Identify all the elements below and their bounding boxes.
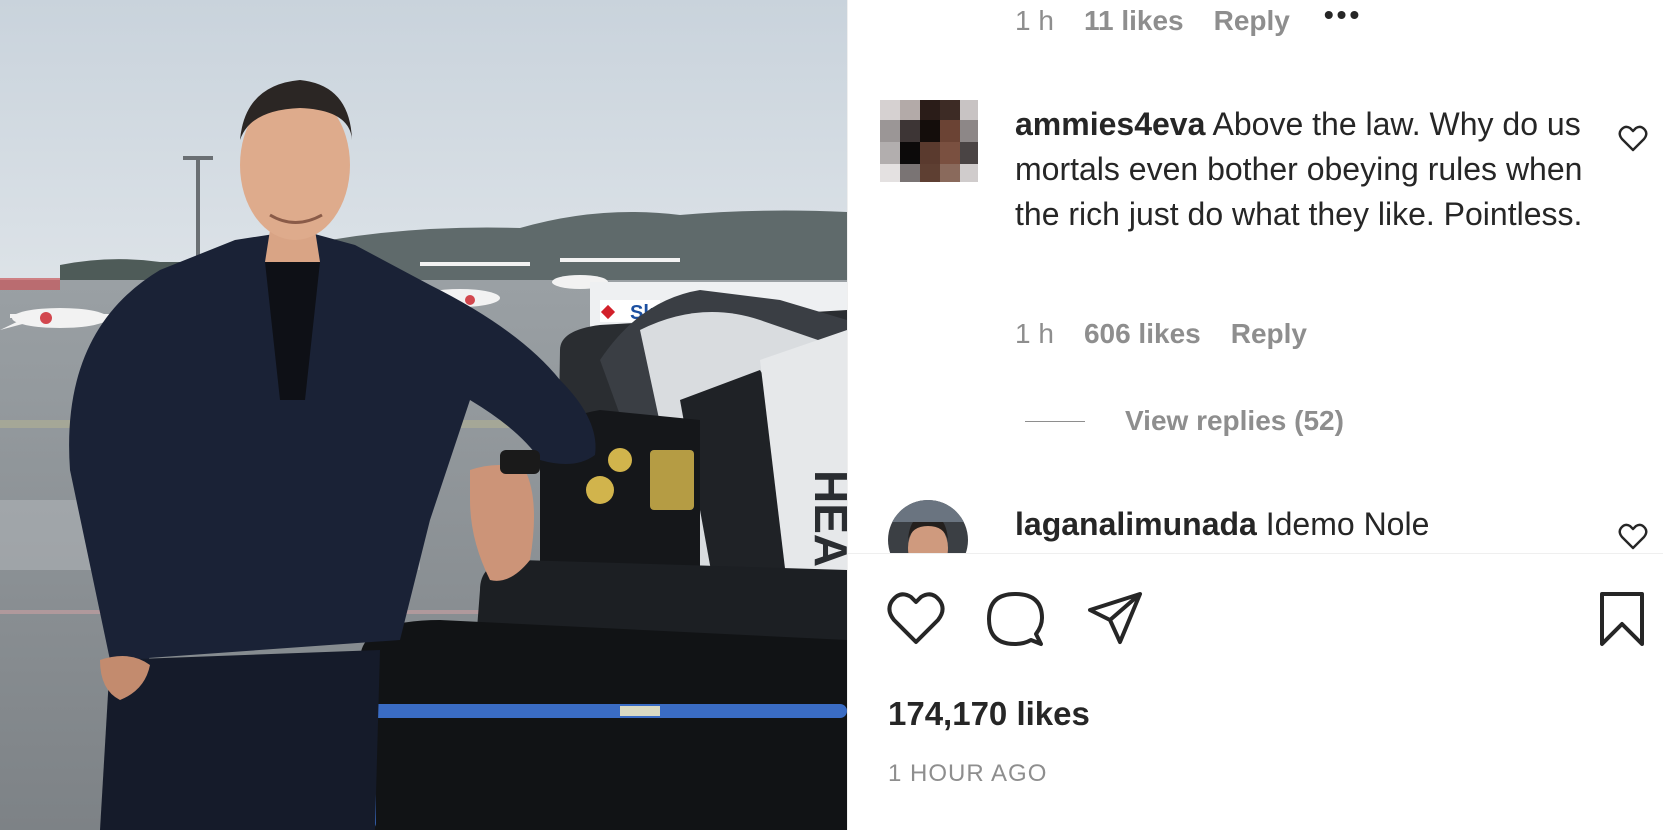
replies-divider-line (1025, 420, 1085, 422)
comment-list[interactable]: 1 h 11 likes Reply ••• ammies4eva Above … (848, 0, 1663, 553)
avatar[interactable] (880, 100, 978, 182)
comment-likes[interactable]: 606 likes (1084, 318, 1201, 350)
reply-button[interactable]: Reply (1231, 318, 1307, 350)
comment-time: 1 h (1015, 5, 1054, 36)
comment-time: 1 h (1015, 318, 1054, 349)
reply-button[interactable]: Reply (1214, 5, 1290, 37)
photo-scene: Sk HEAD (0, 0, 847, 830)
comment-body: ammies4eva Above the law. Why do us mort… (1015, 102, 1595, 237)
bookmark-icon[interactable] (1598, 590, 1646, 648)
instagram-post: Sk HEAD 1 h 11 likes Reply ••• ammies4ev… (0, 0, 1663, 830)
comment-likes[interactable]: 11 likes (1084, 5, 1184, 37)
more-options-icon[interactable]: ••• (1324, 0, 1362, 31)
heart-outline-icon[interactable] (886, 590, 946, 646)
comment-like-heart-icon[interactable] (1618, 522, 1648, 550)
post-timestamp[interactable]: 1 HOUR AGO (888, 760, 1047, 788)
comment-username[interactable]: laganalimunada (1015, 506, 1257, 542)
pixelated-avatar-image (880, 100, 978, 182)
previous-comment-meta: 1 h 11 likes Reply ••• (1015, 0, 1362, 37)
post-likes-count[interactable]: 174,170 likes (888, 695, 1090, 733)
comment-meta: 1 h 606 likes Reply (1015, 318, 1307, 350)
post-action-bar (886, 590, 1646, 650)
comment-like-heart-icon[interactable] (1618, 124, 1648, 152)
speech-bubble-icon[interactable] (986, 590, 1044, 648)
comment-username[interactable]: ammies4eva (1015, 106, 1205, 142)
comment-body: laganalimunada Idemo Nole (1015, 502, 1595, 547)
post-photo[interactable]: Sk HEAD (0, 0, 847, 830)
comments-panel: 1 h 11 likes Reply ••• ammies4eva Above … (847, 0, 1663, 830)
view-replies-label: View replies (52) (1125, 405, 1344, 436)
section-divider (848, 553, 1663, 554)
view-replies-button[interactable]: View replies (52) (1025, 405, 1344, 437)
paper-plane-icon[interactable] (1086, 590, 1144, 646)
comment-text: Idemo Nole (1265, 506, 1430, 542)
avatar-image (888, 500, 968, 553)
avatar[interactable] (888, 500, 968, 553)
